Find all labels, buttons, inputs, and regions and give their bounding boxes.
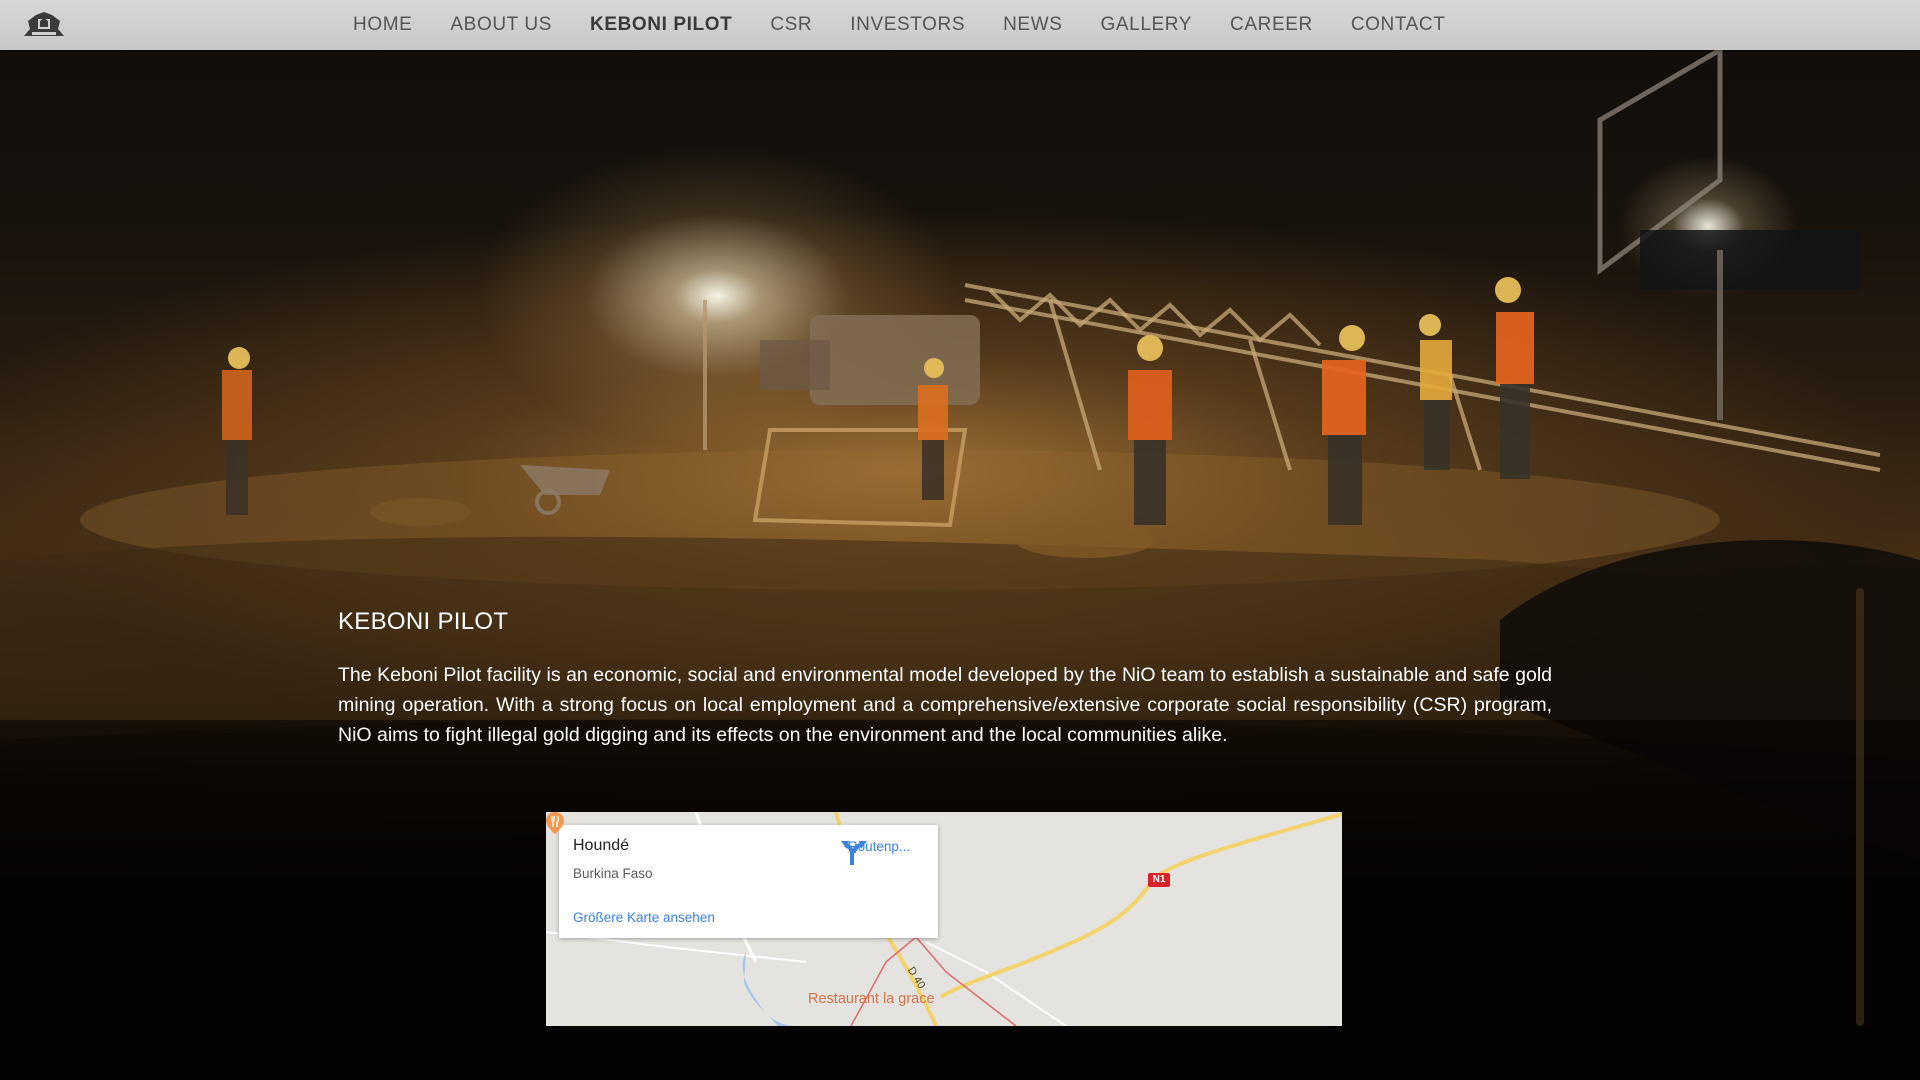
lion-crest-logo[interactable] [20,9,68,39]
main-menu: HOME ABOUT US KEBONI PILOT CSR INVESTORS… [334,0,1464,50]
nav-item-contact[interactable]: CONTACT [1332,14,1465,36]
nav-item-news[interactable]: NEWS [984,14,1081,36]
nav-item-gallery[interactable]: GALLERY [1082,14,1212,36]
intro-paragraph: The Keboni Pilot facility is an economic… [338,664,1552,746]
directions-arrow-icon [841,841,867,865]
page-scrollbar[interactable] [1856,588,1864,1026]
nav-item-keboni-pilot[interactable]: KEBONI PILOT [571,14,751,36]
road-badge-n1: N1 [1148,873,1170,887]
place-name: Houndé [573,837,630,854]
top-navigation-bar: HOME ABOUT US KEBONI PILOT CSR INVESTORS… [0,0,1920,50]
nav-item-csr[interactable]: CSR [751,14,831,36]
nav-item-career[interactable]: CAREER [1211,14,1332,36]
poi-label[interactable]: Restaurant la grace [808,991,935,1007]
nav-item-home[interactable]: HOME [334,14,431,36]
nav-item-investors[interactable]: INVESTORS [831,14,984,36]
nav-item-about-us[interactable]: ABOUT US [431,14,571,36]
place-info-card: Houndé Burkina Faso Größere Karte ansehe… [559,825,938,938]
restaurant-pin-icon[interactable] [546,812,564,834]
directions-button[interactable]: Routenp... [839,837,919,865]
embedded-map[interactable]: Houndé Burkina Faso Größere Karte ansehe… [546,812,1342,1026]
page-title: KEBONI PILOT [338,608,509,635]
larger-map-link[interactable]: Größere Karte ansehen [573,910,715,925]
place-region: Burkina Faso [573,866,653,881]
